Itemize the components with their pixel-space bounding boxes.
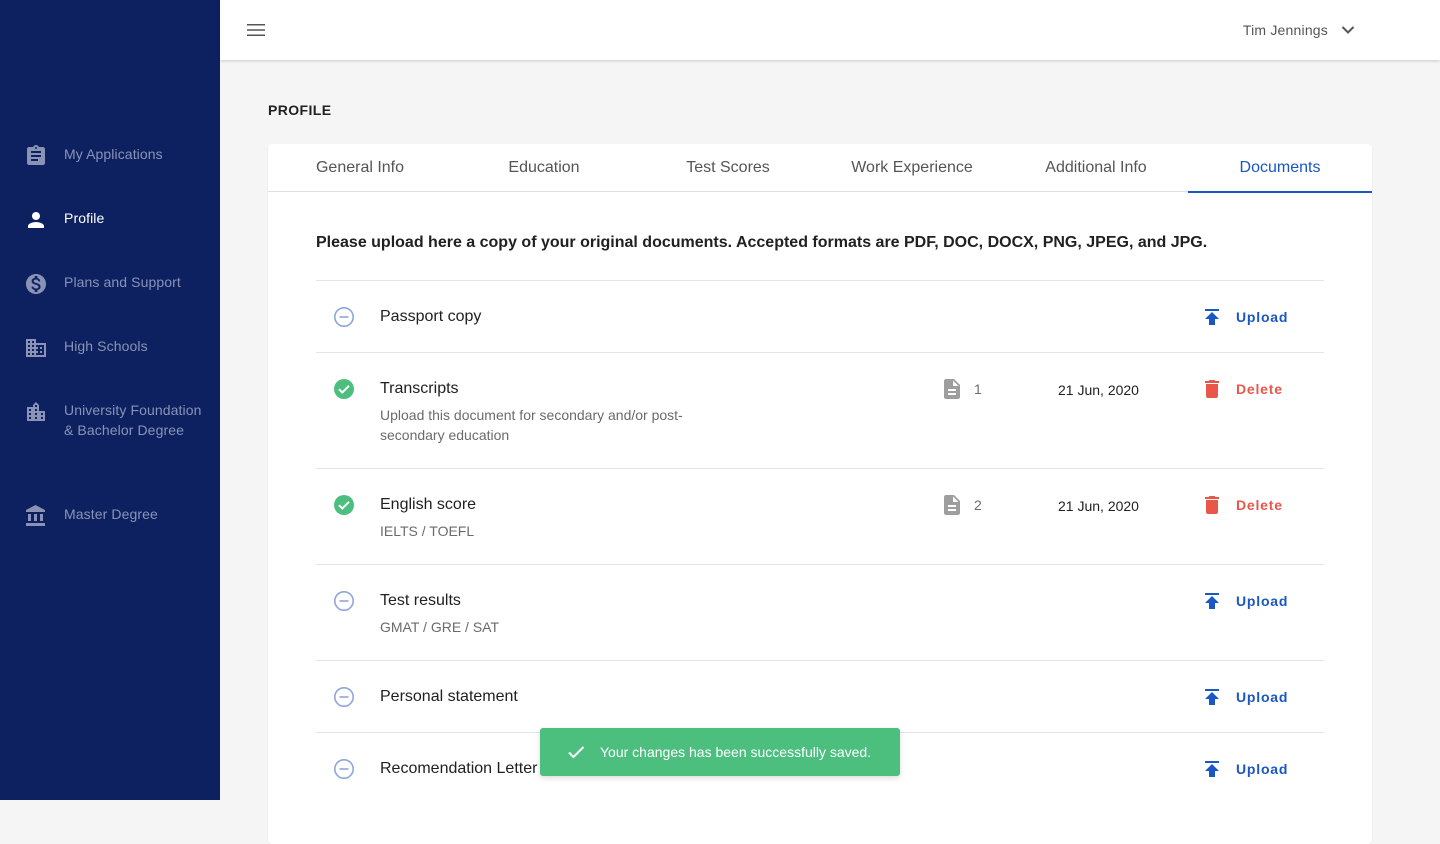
sidebar-item-label: Profile [64,210,105,226]
upload-date: 21 Jun, 2020 [1058,498,1139,514]
file-count: 1 [940,377,982,401]
document-description: GMAT / GRE / SAT [380,619,500,635]
upload-date: 21 Jun, 2020 [1058,382,1139,398]
top-bar: Tim Jennings [220,0,1440,60]
file-icon [944,495,960,515]
list-item: Transcripts Upload this document for sec… [316,352,1324,468]
minus-circle-icon [334,591,354,611]
checkmark-icon [568,746,585,759]
sidebar-item-label: High Schools [64,338,148,354]
document-name: English score [380,496,477,513]
upload-icon [1205,689,1219,705]
tab-general-info[interactable]: General Info [268,144,452,192]
list-item: Personal statement Upload [316,660,1324,732]
upload-button[interactable]: Upload [1200,305,1288,329]
toast-message: Your changes has been successfully saved… [600,744,872,760]
list-item: Passport copy Upload [316,280,1324,352]
document-name: Transcripts [380,380,459,397]
upload-icon [1205,761,1219,777]
sidebar-item-my-applications[interactable]: My Applications [24,144,204,168]
document-name: Recomendation Letter [380,760,538,777]
documents-list: Passport copy Upload Transcripts Upload … [316,280,1324,804]
upload-label: Upload [1236,593,1289,609]
upload-button[interactable]: Upload [1200,757,1288,781]
check-circle-icon [334,495,354,515]
tab-education[interactable]: Education [452,144,636,192]
success-toast: Your changes has been successfully saved… [540,728,900,776]
city-building-icon [27,402,45,421]
minus-circle-icon [334,759,354,779]
sidebar-item-label: My Applications [64,146,163,162]
page-title: PROFILE [268,102,332,118]
tab-additional-info[interactable]: Additional Info [1004,144,1188,192]
delete-label: Delete [1236,497,1283,513]
sidebar-item-profile[interactable]: Profile [24,208,204,232]
check-circle-icon [334,379,354,399]
delete-label: Delete [1236,381,1283,397]
trash-icon [1205,496,1219,514]
document-description: IELTS / TOEFL [380,523,475,539]
document-name: Passport copy [380,308,482,325]
sidebar-item-university-foundation[interactable]: University Foundation & Bachelor Degree [24,400,204,440]
upload-button[interactable]: Upload [1200,685,1288,709]
sidebar-item-label: Master Degree [64,506,158,522]
documents-instructions: Please upload here a copy of your origin… [316,234,1208,251]
tab-documents[interactable]: Documents [1188,144,1372,193]
sidebar-item-master-degree[interactable]: Master Degree [24,504,204,528]
tab-test-scores[interactable]: Test Scores [636,144,820,192]
sidebar-item-high-schools[interactable]: High Schools [24,336,204,360]
tab-work-experience[interactable]: Work Experience [820,144,1004,192]
upload-icon [1205,593,1219,609]
list-item: Test results GMAT / GRE / SAT Upload [316,564,1324,660]
profile-tabs: General Info Education Test Scores Work … [268,144,1372,193]
document-description: Upload this document for secondary and/o… [380,407,683,443]
list-item: English score IELTS / TOEFL 2 21 Jun, 20… [316,468,1324,564]
file-count-value: 1 [974,381,982,397]
delete-button[interactable]: Delete [1200,377,1283,401]
person-icon [28,212,44,228]
dollar-circle-icon [26,274,46,294]
delete-button[interactable]: Delete [1200,493,1283,517]
file-icon [944,379,960,399]
sidebar: My Applications Profile Plans and Suppor… [0,0,220,800]
clipboard-icon [27,145,45,165]
upload-label: Upload [1236,761,1289,777]
sidebar-item-label: Plans and Support [64,274,181,290]
upload-label: Upload [1236,309,1289,325]
file-count-value: 2 [974,497,982,513]
upload-icon [1205,309,1219,325]
building-icon [26,339,46,357]
file-count: 2 [940,493,982,517]
upload-button[interactable]: Upload [1200,589,1288,613]
hamburger-menu-icon[interactable] [244,18,268,42]
minus-circle-icon [334,687,354,707]
sidebar-item-plans-and-support[interactable]: Plans and Support [24,272,204,296]
user-name: Tim Jennings [1242,22,1328,38]
user-menu[interactable]: Tim Jennings [1243,18,1360,42]
document-name: Personal statement [380,688,518,705]
document-name: Test results [380,592,461,609]
upload-label: Upload [1236,689,1289,705]
institution-icon [26,505,45,526]
trash-icon [1205,380,1219,398]
minus-circle-icon [334,307,354,327]
chevron-down-icon [1341,26,1355,34]
sidebar-item-label: University Foundation & Bachelor Degree [64,402,202,438]
